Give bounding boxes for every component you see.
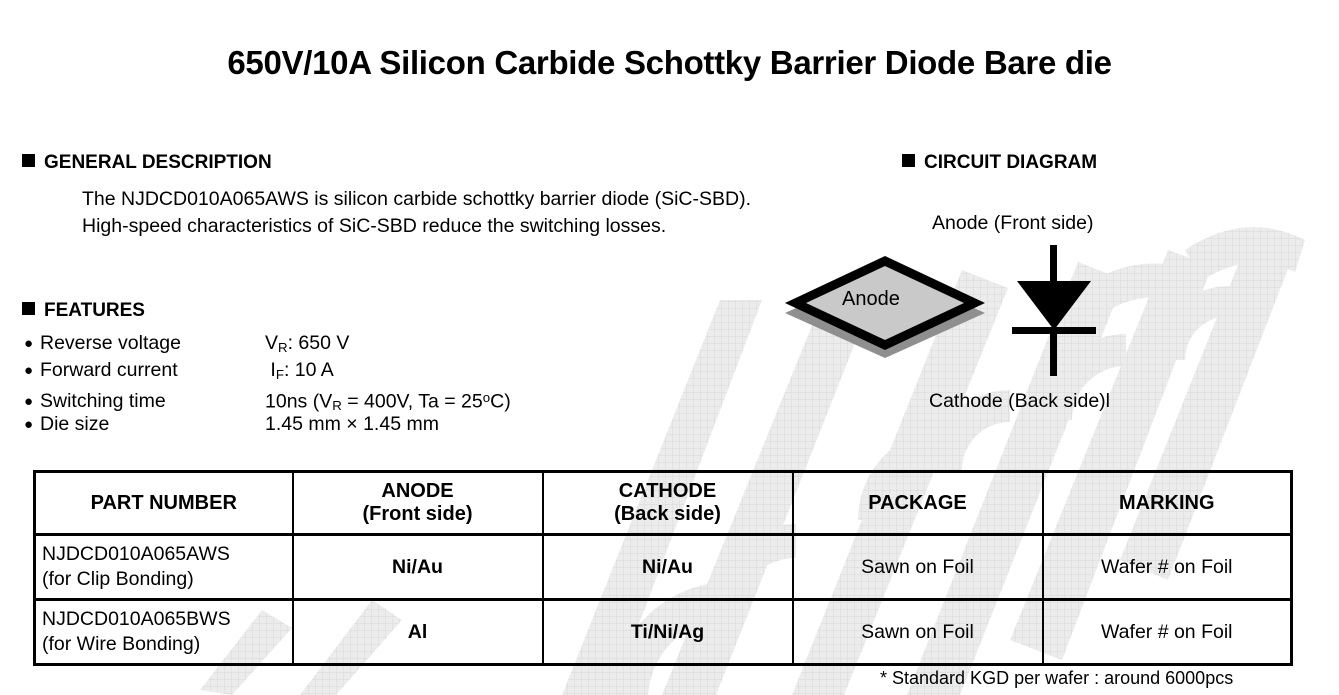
cell-anode: Ni/Au — [291, 533, 544, 601]
anode-terminal-label: Anode (Front side) — [932, 212, 1094, 234]
column-header-cathode: CATHODE (Back side) — [541, 470, 794, 536]
page-title: 650V/10A Silicon Carbide Schottky Barrie… — [227, 44, 1112, 81]
cell-marking: Wafer # on Foil — [1041, 533, 1293, 601]
table-header-row: PART NUMBER ANODE (Front side) CATHODE (… — [33, 470, 1293, 536]
general-description-heading-label: GENERAL DESCRIPTION — [44, 152, 272, 173]
column-header-anode: ANODE (Front side) — [291, 470, 544, 536]
bullet-square-icon — [22, 302, 35, 315]
bullet-square-icon — [902, 154, 915, 167]
switching-time-mid: = 400V, Ta = 25 — [341, 390, 483, 413]
feature-value-text-reverse-voltage: : 650 V — [287, 332, 350, 354]
cell-part-number-line2: (for Wire Bonding) — [42, 633, 201, 655]
feature-label-die-size: Die size — [40, 413, 110, 435]
general-description-body: The NJDCD010A065AWS is silicon carbide s… — [44, 186, 751, 240]
switching-time-suffix: C) — [490, 390, 511, 413]
bullet-dot-icon: ● — [24, 416, 34, 433]
die-anode-label: Anode — [842, 288, 900, 310]
section-heading-general-description: GENERAL DESCRIPTION — [22, 152, 272, 174]
features-list: ● Reverse voltage VR: 650 V ● Forward curre… — [24, 330, 511, 438]
column-header-package: PACKAGE — [791, 470, 1044, 536]
features-heading-label: FEATURES — [44, 300, 145, 321]
symbol-vr-subscript: R — [278, 339, 288, 355]
column-header-cathode-line1: CATHODE — [618, 480, 717, 502]
symbol-if-subscript: F — [275, 366, 284, 382]
feature-label-forward-current: Forward current — [40, 359, 178, 381]
circuit-diagram-heading-label: CIRCUIT DIAGRAM — [924, 152, 1098, 173]
switching-time-prefix: 10ns (V — [265, 390, 333, 413]
cell-package: Sawn on Foil — [791, 533, 1044, 601]
section-heading-circuit-diagram: CIRCUIT DIAGRAM — [902, 152, 1097, 174]
general-description-line-2: High-speed characteristics of SiC-SBD re… — [82, 215, 667, 237]
table-row: NJDCD010A065AWS (for Clip Bonding) Ni/Au… — [33, 533, 1293, 601]
cell-package: Sawn on Foil — [791, 598, 1044, 666]
diode-symbol-icon — [1012, 245, 1096, 376]
feature-row-forward-current: ● Forward current IF: 10 A — [24, 357, 511, 384]
circuit-diagram-area: Anode (Front side) Anode Cathode (Back s… — [780, 200, 1200, 430]
cell-part-number: NJDCD010A065AWS (for Clip Bonding) — [33, 533, 294, 601]
column-header-part-number: PART NUMBER — [33, 470, 294, 536]
table-row: NJDCD010A065BWS (for Wire Bonding) Al Ti… — [33, 598, 1293, 666]
bullet-square-icon — [22, 154, 35, 167]
cell-cathode: Ni/Au — [541, 533, 794, 601]
column-header-marking-line1: MARKING — [1118, 491, 1215, 514]
cell-part-number-line1: NJDCD010A065AWS — [42, 543, 230, 565]
cell-part-number-line2: (for Clip Bonding) — [42, 568, 194, 590]
section-heading-features: FEATURES — [22, 300, 145, 322]
column-header-marking: MARKING — [1041, 470, 1293, 536]
column-header-anode-line1: ANODE — [381, 480, 454, 502]
general-description-line-1: The NJDCD010A065AWS is silicon carbide s… — [82, 188, 752, 210]
cell-anode: Al — [291, 598, 544, 666]
cell-part-number: NJDCD010A065BWS (for Wire Bonding) — [33, 598, 294, 666]
part-number-table: PART NUMBER ANODE (Front side) CATHODE (… — [33, 470, 1293, 666]
feature-row-die-size: ● Die size 1.45 mm × 1.45 mm — [24, 411, 511, 438]
footnote: * Standard KGD per wafer : around 6000pc… — [880, 668, 1234, 688]
cell-cathode: Ti/Ni/Ag — [541, 598, 794, 666]
cell-part-number-line1: NJDCD010A065BWS — [42, 608, 231, 630]
column-header-anode-line2: (Front side) — [362, 503, 473, 525]
symbol-vr-base: V — [265, 332, 279, 354]
cell-marking: Wafer # on Foil — [1041, 598, 1293, 666]
column-header-package-line1: PACKAGE — [868, 491, 967, 514]
feature-value-die-size: 1.45 mm × 1.45 mm — [265, 413, 439, 435]
column-header-part-number-line1: PART NUMBER — [90, 491, 237, 514]
feature-row-switching-time: ● Switching time 10ns (VR = 400V, Ta = 25o… — [24, 384, 511, 413]
feature-row-reverse-voltage: ● Reverse voltage VR: 650 V — [24, 330, 511, 357]
bullet-dot-icon: ● — [24, 362, 34, 379]
cathode-terminal-label: Cathode (Back side)l — [929, 390, 1111, 412]
feature-label-reverse-voltage: Reverse voltage — [40, 332, 181, 354]
column-header-cathode-line2: (Back side) — [614, 503, 721, 525]
bullet-dot-icon: ● — [24, 335, 34, 352]
feature-value-text-forward-current: : 10 A — [283, 359, 334, 381]
